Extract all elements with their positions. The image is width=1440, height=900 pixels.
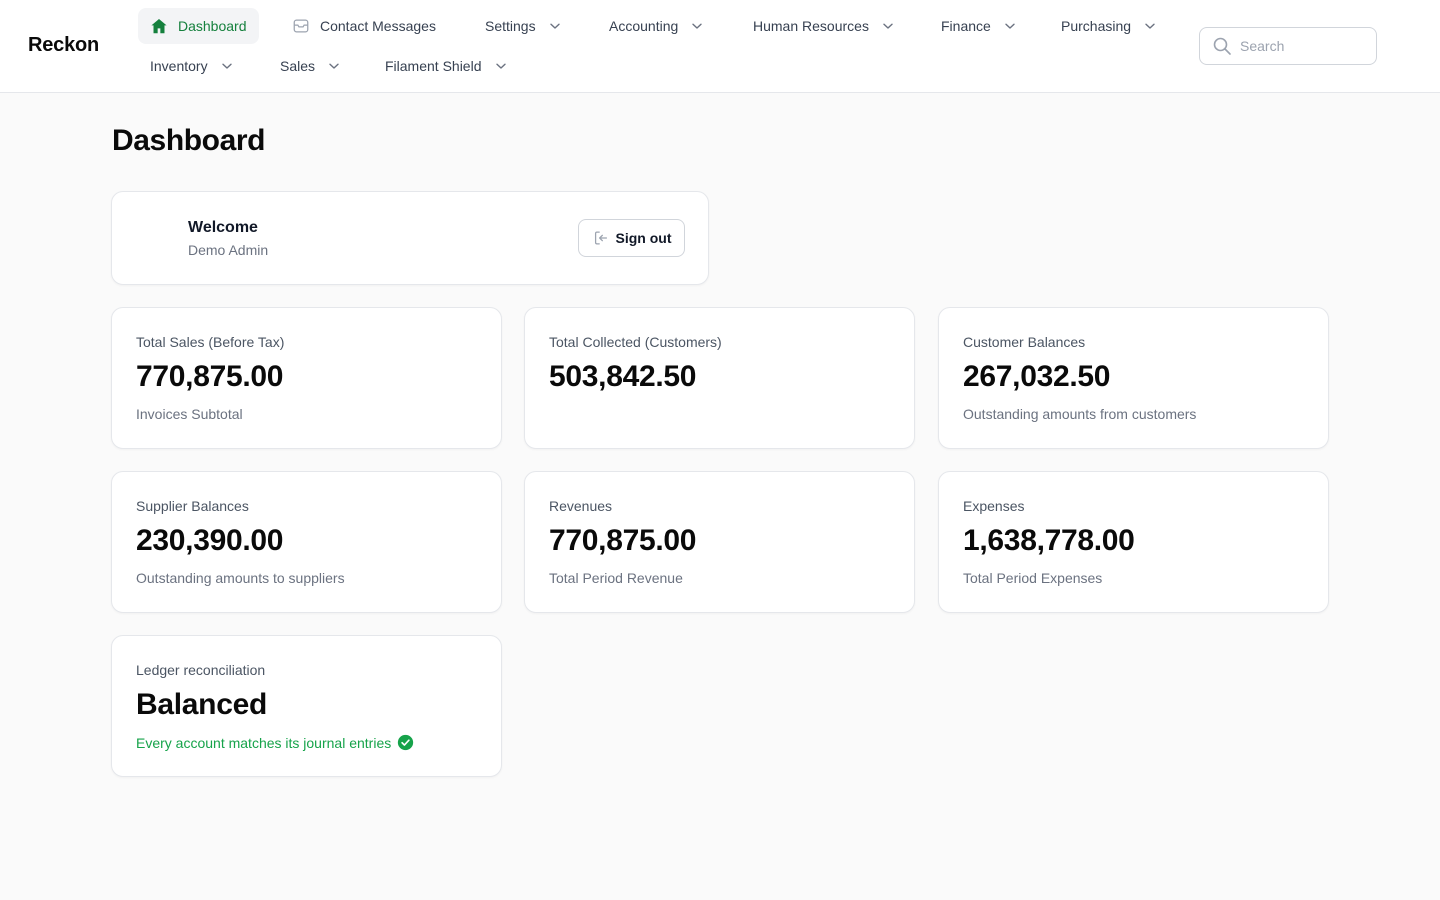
nav-label: Filament Shield xyxy=(385,58,482,74)
stat-description: Outstanding amounts from customers xyxy=(963,406,1197,422)
nav-label: Sales xyxy=(280,58,316,74)
stat-description: Invoices Subtotal xyxy=(136,406,243,422)
brand-logo[interactable]: Reckon xyxy=(28,34,99,57)
stat-label: Revenues xyxy=(549,498,613,514)
nav-label: Dashboard xyxy=(178,18,247,34)
stat-value: 503,842.50 xyxy=(549,360,697,393)
nav-label: Purchasing xyxy=(1061,18,1132,34)
chevron-down-icon xyxy=(882,20,894,32)
stat-label: Total Collected (Customers) xyxy=(549,334,722,350)
nav-label: Accounting xyxy=(609,18,679,34)
search-icon xyxy=(1212,36,1232,56)
stat-value: 1,638,778.00 xyxy=(963,524,1135,557)
stat-description: Total Period Revenue xyxy=(549,570,683,586)
stat-card-total-collected: Total Collected (Customers) 503,842.50 xyxy=(524,307,915,449)
stat-label: Ledger reconciliation xyxy=(136,662,266,678)
chevron-down-icon xyxy=(221,60,233,72)
nav-item-human-resources[interactable]: Human Resources xyxy=(741,8,906,44)
welcome-title: Welcome xyxy=(188,219,258,236)
nav-label: Human Resources xyxy=(753,18,869,34)
search-box[interactable] xyxy=(1199,27,1377,65)
stat-description: Every account matches its journal entrie… xyxy=(136,734,414,751)
stat-card-total-sales: Total Sales (Before Tax) 770,875.00 Invo… xyxy=(111,307,502,449)
check-circle-icon xyxy=(397,734,414,751)
sign-out-label: Sign out xyxy=(615,230,672,246)
stat-label: Expenses xyxy=(963,498,1025,514)
stat-label: Customer Balances xyxy=(963,334,1086,350)
stat-card-expenses: Expenses 1,638,778.00 Total Period Expen… xyxy=(938,471,1329,613)
page-title: Dashboard xyxy=(112,124,266,157)
nav-item-settings[interactable]: Settings xyxy=(473,8,573,44)
stat-card-customer-balances: Customer Balances 267,032.50 Outstanding… xyxy=(938,307,1329,449)
nav-item-inventory[interactable]: Inventory xyxy=(138,48,245,84)
welcome-card: Welcome Demo Admin Sign out xyxy=(111,191,709,285)
chevron-down-icon xyxy=(1144,20,1156,32)
stat-value: 770,875.00 xyxy=(549,524,697,557)
stat-description: Outstanding amounts to suppliers xyxy=(136,570,345,586)
stat-description: Total Period Expenses xyxy=(963,570,1103,586)
nav-item-contact-messages[interactable]: Contact Messages xyxy=(280,8,448,44)
stat-card-ledger-reconciliation: Ledger reconciliation Balanced Every acc… xyxy=(111,635,502,777)
chevron-down-icon xyxy=(549,20,561,32)
stat-value: Balanced xyxy=(136,688,267,721)
inbox-icon xyxy=(292,17,310,35)
nav-label: Finance xyxy=(941,18,991,34)
sign-out-icon xyxy=(592,229,610,247)
welcome-user-name: Demo Admin xyxy=(188,242,269,258)
stat-description-text: Every account matches its journal entrie… xyxy=(136,734,392,751)
stat-card-revenues: Revenues 770,875.00 Total Period Revenue xyxy=(524,471,915,613)
chevron-down-icon xyxy=(1004,20,1016,32)
stat-value: 267,032.50 xyxy=(963,360,1111,393)
nav-item-dashboard[interactable]: Dashboard xyxy=(138,8,259,44)
nav-item-finance[interactable]: Finance xyxy=(929,8,1028,44)
top-navigation-bar: Reckon Dashboard Contact Messages Settin… xyxy=(0,0,1440,93)
nav-item-filament-shield[interactable]: Filament Shield xyxy=(373,48,519,84)
stat-label: Supplier Balances xyxy=(136,498,249,514)
nav-label: Contact Messages xyxy=(320,18,436,34)
home-icon xyxy=(150,17,168,35)
search-input[interactable] xyxy=(1240,38,1360,54)
nav-label: Inventory xyxy=(150,58,208,74)
chevron-down-icon xyxy=(691,20,703,32)
chevron-down-icon xyxy=(328,60,340,72)
sign-out-button[interactable]: Sign out xyxy=(578,219,685,257)
chevron-down-icon xyxy=(495,60,507,72)
stat-label: Total Sales (Before Tax) xyxy=(136,334,285,350)
nav-label: Settings xyxy=(485,18,536,34)
nav-item-accounting[interactable]: Accounting xyxy=(597,8,715,44)
stat-card-supplier-balances: Supplier Balances 230,390.00 Outstanding… xyxy=(111,471,502,613)
stat-value: 230,390.00 xyxy=(136,524,284,557)
nav-item-sales[interactable]: Sales xyxy=(268,48,352,84)
nav-item-purchasing[interactable]: Purchasing xyxy=(1049,8,1168,44)
stat-value: 770,875.00 xyxy=(136,360,284,393)
